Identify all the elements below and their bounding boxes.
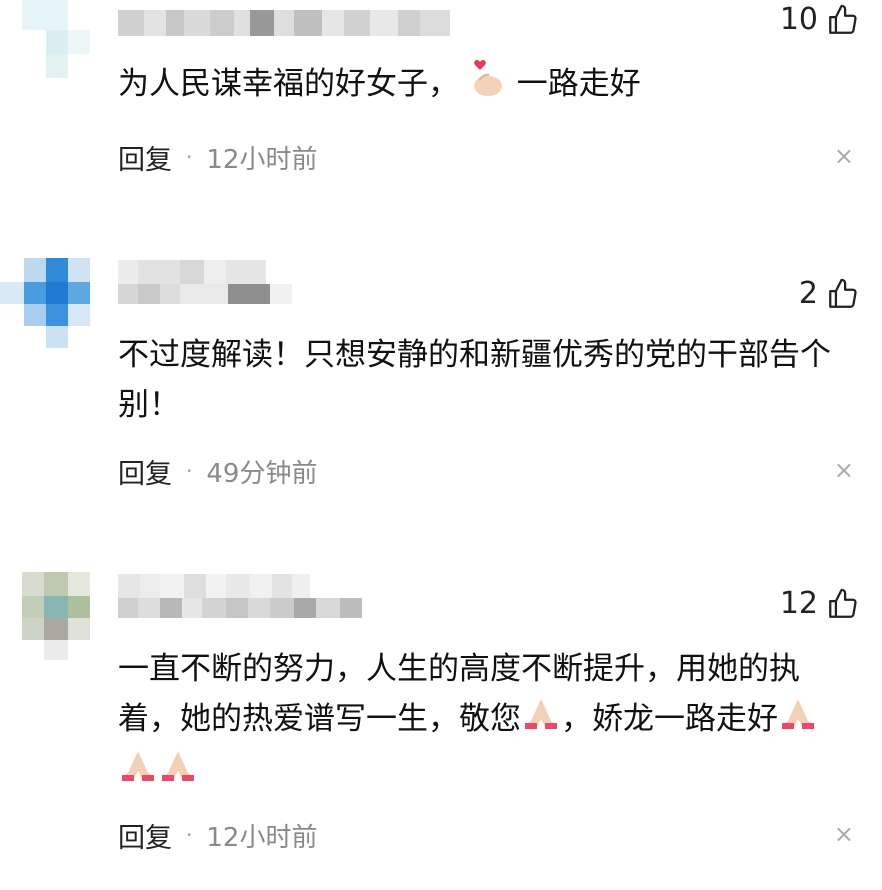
comment-item: 12 一直不断的努力，人生的高度不断提升，用她的执着，她的热爱谱写一生，敬您 ，… [0, 572, 882, 882]
like-button[interactable]: 12 [780, 586, 860, 621]
folded-hands-emoji [158, 747, 198, 798]
avatar[interactable] [0, 572, 92, 664]
heart-hand-emoji [469, 58, 507, 113]
like-count: 10 [779, 2, 818, 37]
reply-button[interactable]: 回复 [118, 138, 172, 177]
like-button[interactable]: 2 [799, 276, 860, 311]
comment-text: 一直不断的努力，人生的高度不断提升，用她的执着，她的热爱谱写一生，敬您 ，娇龙一… [118, 644, 838, 798]
reply-button[interactable]: 回复 [118, 816, 172, 855]
timestamp: 12小时前 [206, 822, 318, 853]
like-button[interactable]: 10 [780, 2, 860, 37]
like-count: 2 [798, 276, 818, 311]
avatar[interactable] [0, 0, 92, 92]
folded-hands-emoji [778, 695, 818, 746]
comment-item: 2 不过度解读！只想安静的和新疆优秀的党的干部告个别！ 回复 · 49分钟前 × [0, 258, 882, 558]
thumbs-up-icon [829, 278, 857, 308]
close-icon[interactable]: × [834, 456, 854, 484]
close-icon[interactable]: × [834, 142, 854, 170]
avatar[interactable] [0, 258, 92, 350]
reply-button[interactable]: 回复 [118, 452, 172, 491]
comment-footer: 回复 · 12小时前 [118, 816, 862, 855]
folded-hands-emoji [118, 747, 158, 798]
comment-text: 为人民谋幸福的好女子， 一路走好 [118, 58, 858, 113]
timestamp: 49分钟前 [206, 458, 318, 489]
comment-footer: 回复 · 49分钟前 [118, 452, 862, 491]
timestamp: 12小时前 [206, 144, 318, 175]
username-blurred[interactable] [118, 574, 310, 600]
comment-footer: 回复 · 12小时前 [118, 138, 862, 177]
username-blurred-row2 [118, 284, 292, 304]
separator-dot: · [186, 145, 193, 169]
separator-dot: · [186, 823, 193, 847]
username-blurred-row2 [118, 598, 362, 618]
comment-text: 不过度解读！只想安静的和新疆优秀的党的干部告个别！ [118, 337, 831, 423]
thumbs-up-icon [829, 588, 857, 618]
comment-item: 10 为人民谋幸福的好女子， 一路走好 回复 · 12小时前 × [0, 0, 882, 240]
folded-hands-emoji [521, 695, 561, 746]
username-blurred[interactable] [118, 10, 450, 36]
separator-dot: · [186, 459, 193, 483]
like-count: 12 [779, 586, 818, 621]
username-blurred[interactable] [118, 260, 266, 286]
thumbs-up-icon [829, 4, 857, 34]
close-icon[interactable]: × [834, 820, 854, 848]
